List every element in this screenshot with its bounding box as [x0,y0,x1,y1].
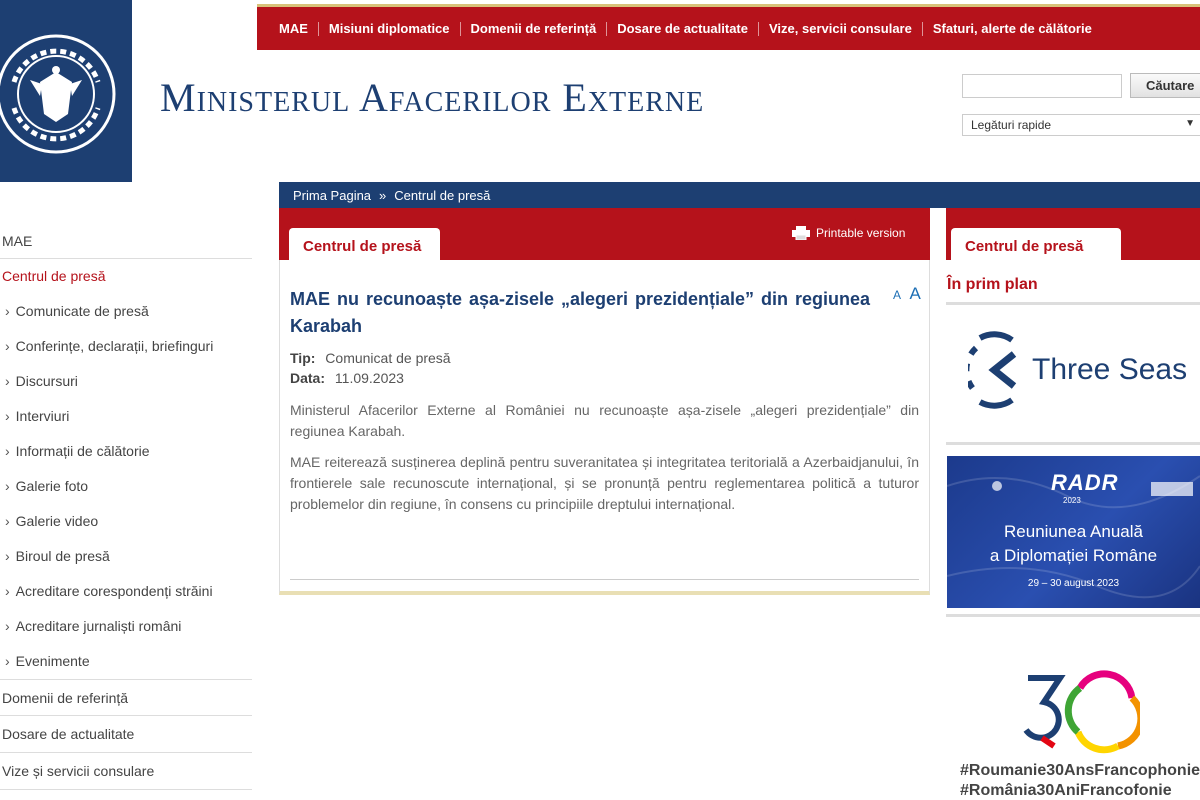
three-seas-logo-icon [968,331,1017,409]
radr-date: 29 – 30 august 2023 [1027,578,1120,589]
in-prim-plan-heading: În prim plan [947,276,1038,293]
radr-logo: RADR [1051,470,1119,495]
top-nav-sfaturi[interactable]: Sfaturi, alerte de călătorie [923,21,1102,36]
article-paragraph-1: Ministerul Afacerilor Externe al Românie… [290,402,919,439]
sidebar-item-mae[interactable]: MAE [0,224,252,259]
francophonie-hashtag-ro: #România30AniFrancofonie [960,782,1172,799]
sidebar-item-acreditare-romani[interactable]: Acreditare jurnaliști români [0,609,252,644]
sidebar-item-centrul-de-presa[interactable]: Centrul de presă [0,259,252,294]
top-nav-mae[interactable]: MAE [271,21,319,36]
article-paragraph-2: MAE reiterează susținerea deplină pentru… [290,454,919,512]
top-nav: MAE Misiuni diplomatice Domenii de refer… [257,4,1200,50]
sidebar-item-biroul[interactable]: Biroul de presă [0,539,252,574]
radr-title-line2: a Diplomației Române [989,546,1158,565]
search-input[interactable] [962,74,1122,98]
sidebar-item-domenii[interactable]: Domenii de referință [0,679,252,716]
breadcrumb-current[interactable]: Centrul de presă [394,188,490,203]
sidebar-item-vize[interactable]: Vize și servicii consulare [0,753,252,790]
font-decrease-button[interactable]: A [893,288,901,302]
breadcrumb: Prima Pagina » Centrul de presă [279,182,1200,208]
three-seas-banner[interactable]: Three Seas [968,330,1187,410]
breadcrumb-home[interactable]: Prima Pagina [293,188,371,203]
right-divider [946,302,1200,305]
breadcrumb-separator: » [379,187,387,203]
tab-centrul-de-presa[interactable]: Centrul de presă [289,228,440,260]
top-nav-domenii[interactable]: Domenii de referință [461,21,608,36]
right-divider [946,614,1200,617]
sidebar-item-conferinte[interactable]: Conferințe, declarații, briefinguri [0,329,252,364]
radr-year: 2023 [1063,496,1081,505]
top-nav-misiuni[interactable]: Misiuni diplomatice [319,21,461,36]
sidebar: MAE Centrul de presă Comunicate de presă… [0,224,252,790]
article-date-value: 11.09.2023 [334,370,404,386]
francophonie-30-icon [1023,670,1145,754]
government-logo[interactable] [0,0,132,182]
top-nav-dosare[interactable]: Dosare de actualitate [607,21,759,36]
search-button[interactable]: Căutare [1130,73,1200,98]
sidebar-item-evenimente[interactable]: Evenimente [0,644,252,679]
radr-banner[interactable]: RADR 2023 Reuniunea Anuală a Diplomației… [947,456,1200,608]
sidebar-item-galerie-foto[interactable]: Galerie foto [0,469,252,504]
article-type-label: Tip: [290,350,316,366]
article-type: Tip: Comunicat de presă [290,350,451,366]
right-tab-centrul-de-presa[interactable]: Centrul de presă [951,228,1121,260]
government-seal-icon [0,34,116,154]
printable-version-link[interactable]: Printable version [792,226,905,240]
right-divider [946,442,1200,445]
chevron-down-icon: ▼ [1185,118,1195,129]
francophonie-logo[interactable] [1020,668,1145,763]
quick-links-select[interactable]: Legături rapide ▼ [962,114,1200,136]
article-title: MAE nu recunoaște așa-zisele „alegeri pr… [290,289,870,336]
font-size-controls: A A [893,284,921,304]
three-seas-text: Three Seas [1032,353,1188,386]
sidebar-item-informatii[interactable]: Informații de călătorie [0,434,252,469]
sidebar-item-interviuri[interactable]: Interviuri [0,399,252,434]
sidebar-item-galerie-video[interactable]: Galerie video [0,504,252,539]
top-nav-vize[interactable]: Vize, servicii consulare [759,21,923,36]
sidebar-item-acreditare-straini[interactable]: Acreditare corespondenți străini [0,574,252,609]
font-increase-button[interactable]: A [909,284,920,303]
sidebar-item-dosare[interactable]: Dosare de actualitate [0,716,252,753]
article-divider [290,579,919,580]
sidebar-item-comunicate[interactable]: Comunicate de presă [0,294,252,329]
quick-links-label: Legături rapide [971,118,1052,132]
article-date-label: Data: [290,370,326,386]
article-date: Data: 11.09.2023 [290,370,404,386]
printer-icon [792,226,810,240]
printable-version-label: Printable version [816,226,906,240]
radr-title-line1: Reuniunea Anuală [1004,522,1143,541]
francophonie-hashtag-fr: #Roumanie30AnsFrancophonie [960,762,1200,779]
sidebar-item-discursuri[interactable]: Discursuri [0,364,252,399]
page-title[interactable]: Ministerul Afacerilor Externe [160,74,704,121]
article-type-value: Comunicat de presă [325,350,451,366]
